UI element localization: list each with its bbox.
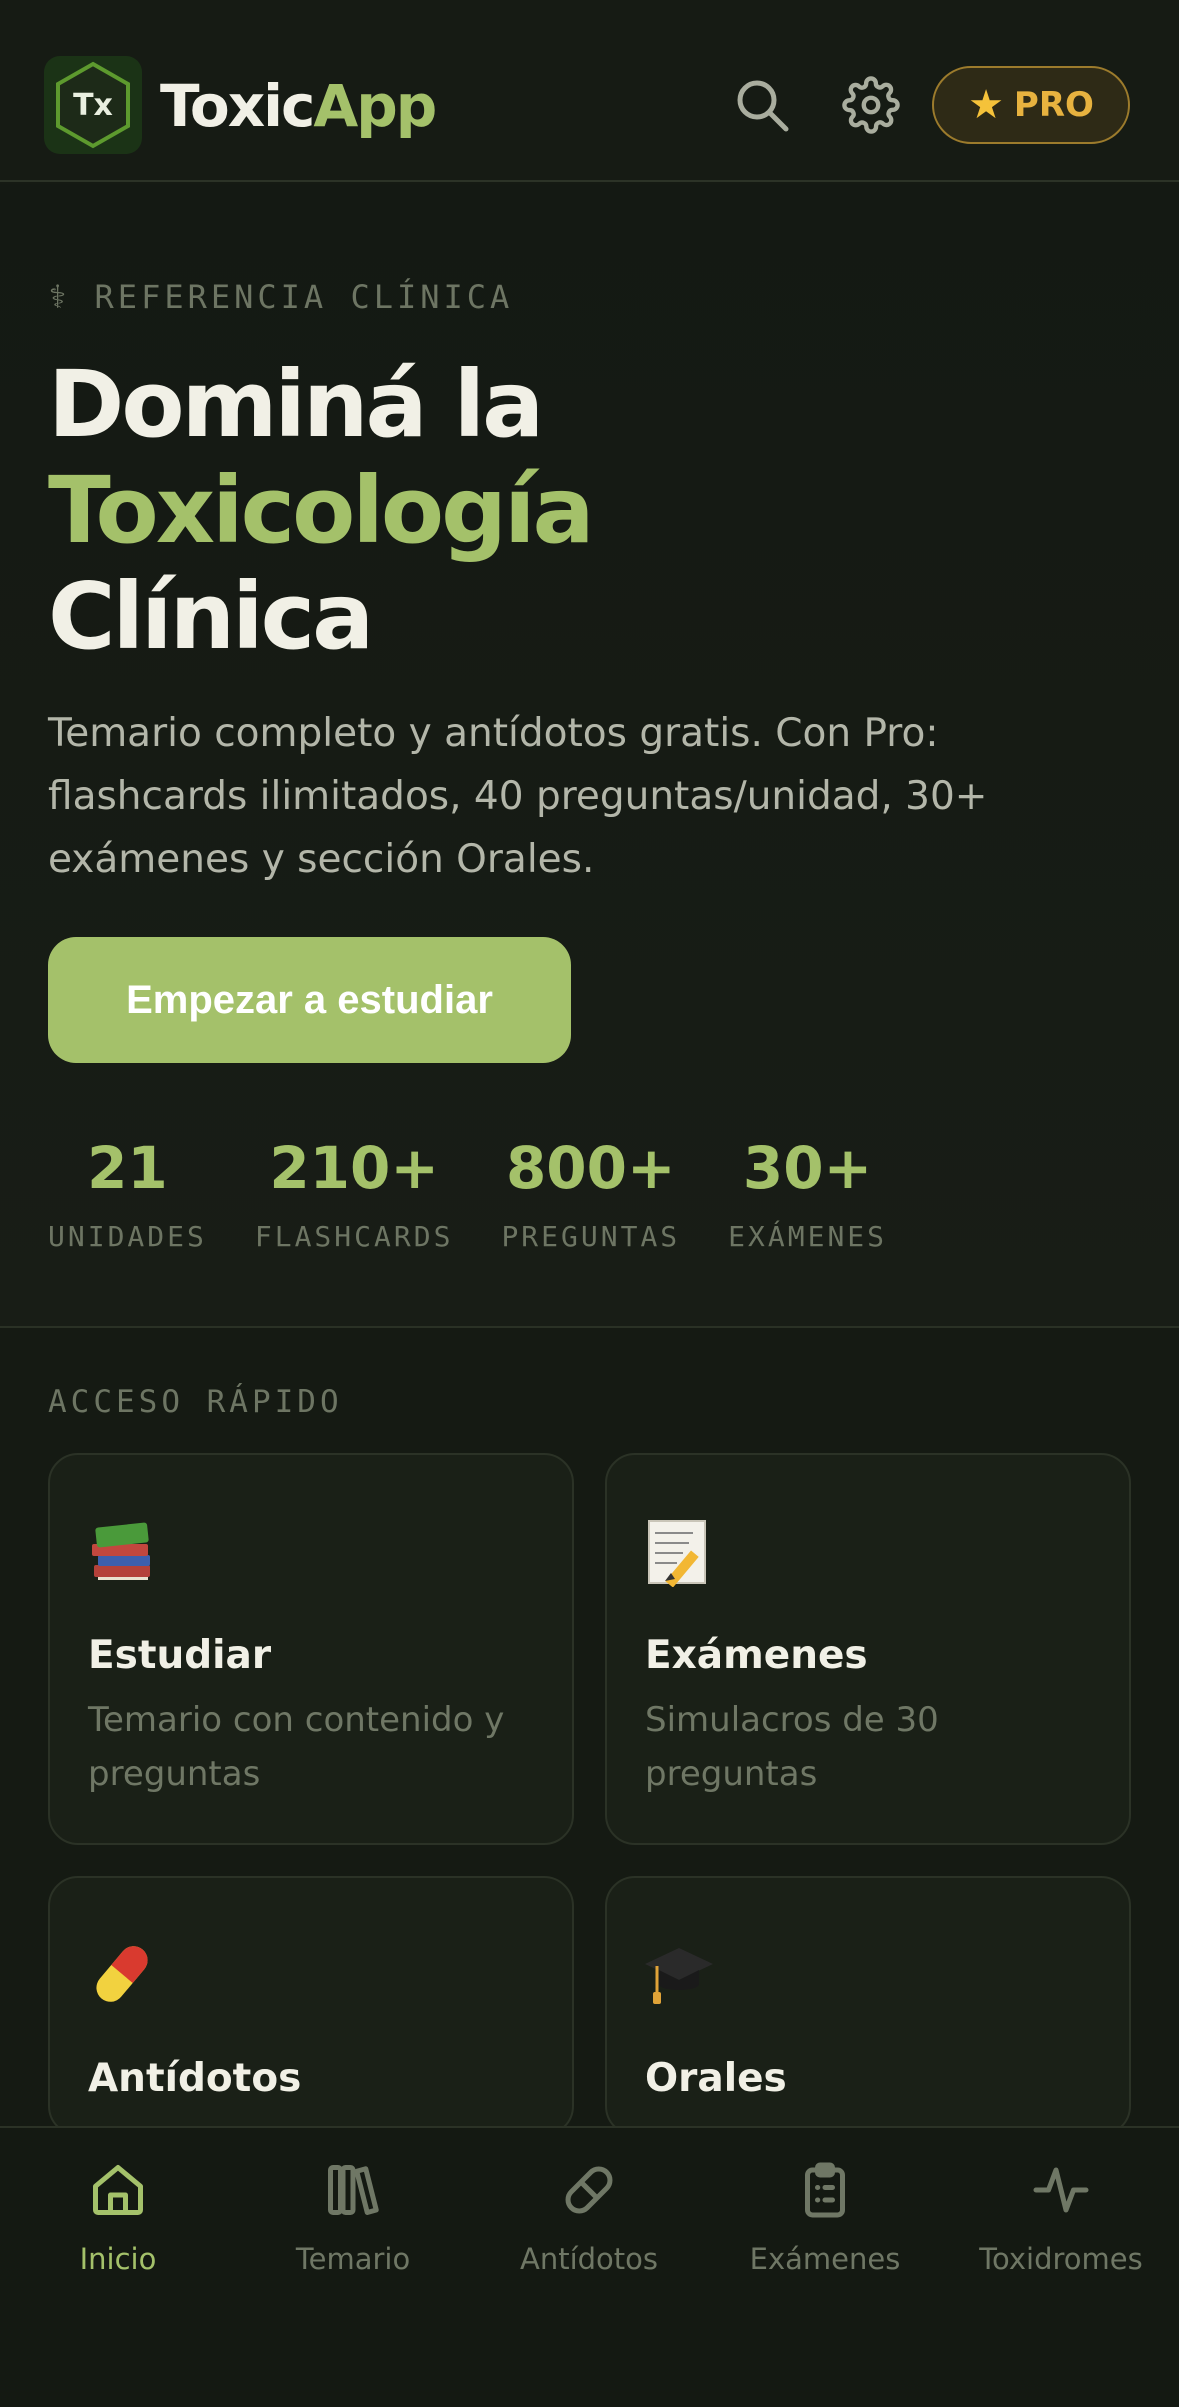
- activity-icon: [1029, 2158, 1093, 2222]
- pill-icon: [557, 2158, 621, 2222]
- nav-label: Exámenes: [749, 2242, 901, 2276]
- nav-item-antidotos[interactable]: Antídotos: [471, 2158, 707, 2288]
- nav-item-examenes[interactable]: Exámenes: [707, 2158, 943, 2288]
- pro-label: PRO: [1013, 85, 1094, 125]
- clipboard-icon: [793, 2158, 857, 2222]
- hero-subtitle: Temario completo y antídotos gratis. Con…: [48, 711, 988, 882]
- hero-title-line1: Dominá la: [48, 351, 544, 458]
- quick-access-label: ACCESO RÁPIDO: [48, 1384, 343, 1420]
- stat-value: 800+: [505, 1134, 676, 1202]
- card-examenes[interactable]: Exámenes Simulacros de 30 preguntas: [605, 1453, 1131, 1845]
- stat-exams: 30+ EXÁMENES: [728, 1130, 887, 1253]
- pill-icon: [86, 1938, 158, 2010]
- app-title-part1: Toxic: [160, 72, 315, 140]
- memo-icon: [643, 1515, 715, 1588]
- card-estudiar[interactable]: Estudiar Temario con contenido y pregunt…: [48, 1453, 574, 1845]
- card-description: Temario con contenido y preguntas: [88, 1700, 505, 1794]
- card-title: Orales: [645, 2056, 787, 2101]
- app-title[interactable]: ToxicApp: [160, 66, 437, 146]
- stat-questions: 800+ PREGUNTAS: [501, 1130, 680, 1253]
- stat-label: UNIDADES: [48, 1220, 207, 1253]
- bottom-navigation: Inicio Temario Antídotos Exámenes Toxidr…: [0, 2126, 1179, 2407]
- card-title: Estudiar: [88, 1633, 272, 1678]
- stat-value: 210+: [269, 1134, 439, 1202]
- stat-label: PREGUNTAS: [501, 1220, 681, 1253]
- library-icon: [321, 2158, 385, 2222]
- books-icon: [86, 1515, 158, 1587]
- stat-label: FLASHCARDS: [254, 1220, 454, 1253]
- card-antidotos[interactable]: Antídotos: [48, 1876, 574, 2136]
- card-orales[interactable]: Orales: [605, 1876, 1131, 2136]
- search-button[interactable]: [727, 70, 797, 140]
- logo-icon: Tx: [44, 56, 142, 154]
- app-header: Tx ToxicApp ★ PRO: [0, 0, 1179, 182]
- nav-label: Temario: [295, 2242, 411, 2276]
- card-description: Simulacros de 30 preguntas: [645, 1700, 939, 1794]
- logo-badge-text: Tx: [73, 87, 113, 123]
- card-title: Exámenes: [645, 1633, 868, 1678]
- stat-label: EXÁMENES: [728, 1220, 888, 1253]
- home-icon: [86, 2158, 150, 2222]
- graduation-cap-icon: [643, 1938, 715, 2010]
- start-studying-button[interactable]: Empezar a estudiar: [48, 937, 571, 1063]
- nav-item-inicio[interactable]: Inicio: [0, 2158, 236, 2288]
- nav-item-temario[interactable]: Temario: [235, 2158, 471, 2288]
- app-title-part2: App: [313, 72, 437, 140]
- stat-flashcards: 210+ FLASHCARDS: [255, 1130, 454, 1253]
- nav-item-toxidromes[interactable]: Toxidromes: [943, 2158, 1179, 2288]
- stats-row: 21 UNIDADES 210+ FLASHCARDS 800+ PREGUNT…: [48, 1130, 887, 1253]
- nav-label: Toxidromes: [979, 2242, 1143, 2276]
- nav-label: Inicio: [79, 2242, 157, 2276]
- star-icon: ★: [968, 82, 1004, 128]
- caduceus-icon: ⚕: [48, 278, 72, 316]
- hero-title: Dominá la Toxicología Clínica: [48, 351, 595, 670]
- stat-units: 21 UNIDADES: [48, 1130, 207, 1253]
- card-title: Antídotos: [88, 2056, 302, 2101]
- pro-button[interactable]: ★ PRO: [932, 66, 1130, 144]
- section-divider: [0, 1326, 1179, 1328]
- hero-title-line2: Toxicología: [48, 457, 595, 564]
- gear-icon: [842, 76, 900, 134]
- nav-label: Antídotos: [519, 2242, 659, 2276]
- hero-eyebrow: ⚕ REFERENCIA CLÍNICA: [48, 278, 513, 316]
- hero-eyebrow-text: REFERENCIA CLÍNICA: [94, 278, 514, 316]
- stat-value: 21: [87, 1134, 168, 1202]
- settings-button[interactable]: [836, 70, 906, 140]
- hero-title-line3: Clínica: [48, 563, 374, 670]
- search-icon: [737, 80, 789, 132]
- stat-value: 30+: [742, 1134, 873, 1202]
